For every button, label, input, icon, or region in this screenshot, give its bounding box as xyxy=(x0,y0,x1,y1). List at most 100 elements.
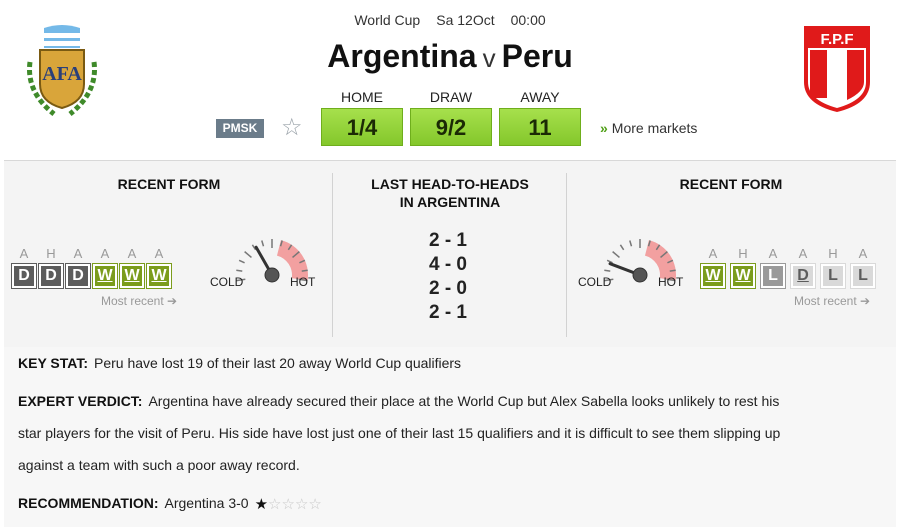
home-form-gauge: COLD HOT xyxy=(202,223,342,313)
away-odds-button[interactable]: 11 xyxy=(499,108,581,146)
competition: World Cup xyxy=(354,12,421,28)
head-to-head-title-line: LAST HEAD-TO-HEADS xyxy=(371,176,529,192)
away-form: A H A A H A W W L D L L Most recent ➔ xyxy=(700,246,890,308)
head-to-head-scores: 2 - 1 4 - 0 2 - 0 2 - 1 xyxy=(384,229,512,325)
result-badge: D xyxy=(38,263,64,289)
away-odds-label: AWAY xyxy=(520,89,560,105)
expert-verdict-label: EXPERT VERDICT: xyxy=(18,393,143,409)
venue-label: A xyxy=(798,246,808,261)
away-form-gauge: COLD HOT xyxy=(570,223,710,313)
venue-label: A xyxy=(154,246,164,261)
expert-verdict-line: star players for the visit of Peru. His … xyxy=(18,425,781,441)
result-badge: L xyxy=(820,263,846,289)
gauge-dial-icon xyxy=(236,239,308,283)
star-filled-icon: ★ xyxy=(254,495,269,513)
result-badge: W xyxy=(700,263,726,289)
star-rating: ★☆☆☆☆ xyxy=(255,489,322,520)
gauge-hub xyxy=(264,267,280,283)
page-title: Argentina v Peru xyxy=(200,38,700,75)
double-chevron-right-icon: » xyxy=(600,120,608,136)
venue-label: A xyxy=(858,246,868,261)
result-badge: W xyxy=(146,263,172,289)
gauge-tick xyxy=(619,244,625,251)
home-team: Argentina xyxy=(327,38,477,74)
match-time: 00:00 xyxy=(510,12,546,28)
venue-label: A xyxy=(19,246,29,261)
score-line: 2 - 1 xyxy=(428,230,468,251)
gauge-dial-icon xyxy=(604,239,676,283)
favourite-star-icon[interactable]: ☆ xyxy=(281,116,303,140)
key-stat-label: KEY STAT: xyxy=(18,355,89,371)
venue-label: H xyxy=(738,246,748,261)
result-badge: D xyxy=(11,263,37,289)
venue-label: A xyxy=(708,246,718,261)
result-badge: L xyxy=(760,263,786,289)
match-meta: World Cup Sa 12Oct 00:00 xyxy=(330,12,570,28)
gauge-tick xyxy=(236,269,243,272)
afa-lettering: AFA xyxy=(42,63,82,85)
gauge-hub xyxy=(632,267,648,283)
peru-crest-icon: F.P.F xyxy=(804,26,870,112)
most-recent-label: Most recent ➔ xyxy=(101,294,178,308)
pmsk-badge: PMSK xyxy=(216,119,264,138)
recommendation-text: Argentina 3-0 xyxy=(164,495,249,511)
star-empty-icon: ☆ xyxy=(268,495,282,513)
result-badge: L xyxy=(850,263,876,289)
gauge-tick xyxy=(669,269,676,272)
recommendation-label: RECOMMENDATION: xyxy=(18,495,159,511)
draw-odds-label: DRAW xyxy=(429,89,473,105)
draw-odds-button[interactable]: 9/2 xyxy=(410,108,492,146)
hot-label: HOT xyxy=(290,275,316,289)
result-badge: W xyxy=(92,263,118,289)
cold-label: COLD xyxy=(210,275,244,289)
head-to-head-title-line: IN ARGENTINA xyxy=(399,194,501,210)
score-line: 2 - 1 xyxy=(428,302,468,323)
star-empty-icon: ☆ xyxy=(308,495,322,513)
expert-verdict-text: Argentina have already secured their pla… xyxy=(148,393,780,409)
more-markets-label: More markets xyxy=(611,120,698,136)
gauge-tick xyxy=(238,259,245,264)
cold-label: COLD xyxy=(578,275,612,289)
gauge-tick xyxy=(261,240,265,247)
stats-panel: RECENT FORM A H A A A A D D D W W W Most… xyxy=(4,160,896,347)
home-recent-form-title: RECENT FORM xyxy=(117,176,221,192)
home-odds-button[interactable]: 1/4 xyxy=(321,108,403,146)
recommendation: RECOMMENDATION: Argentina 3-0 ★☆☆☆☆ xyxy=(18,488,888,520)
match-header: AFA World Cup Sa 12Oct 00:00 Argentina v Per… xyxy=(0,0,900,160)
star-empty-icon: ☆ xyxy=(281,495,295,513)
result-badge: W xyxy=(119,263,145,289)
match-date: Sa 12Oct xyxy=(436,12,495,28)
venue-label: A xyxy=(127,246,137,261)
venue-label: A xyxy=(100,246,110,261)
star-empty-icon: ☆ xyxy=(294,495,309,513)
result-badge: D xyxy=(65,263,91,289)
score-line: 4 - 0 xyxy=(428,254,468,275)
head-to-head-title: LAST HEAD-TO-HEADS IN ARGENTINA xyxy=(344,175,556,211)
venue-label: H xyxy=(46,246,56,261)
gauge-tick xyxy=(629,240,633,247)
fpf-lettering: F.P.F xyxy=(820,31,853,48)
score-line: 2 - 0 xyxy=(428,278,468,299)
most-recent-label: Most recent ➔ xyxy=(794,294,871,308)
away-recent-form-title: RECENT FORM xyxy=(679,176,783,192)
home-odds-label: HOME xyxy=(341,89,383,105)
gauge-tick xyxy=(244,251,252,259)
gauge-tick xyxy=(301,269,308,272)
arrow-right-icon: ➔ xyxy=(167,294,178,308)
match-notes: KEY STAT: Peru have lost 19 of their last… xyxy=(4,347,896,527)
result-badge: D xyxy=(790,263,816,289)
divider xyxy=(566,173,567,337)
expert-verdict: EXPERT VERDICT: Argentina have already se… xyxy=(18,386,888,417)
venue-label: H xyxy=(828,246,838,261)
key-stat: KEY STAT: Peru have lost 19 of their last… xyxy=(18,348,888,379)
more-markets-link[interactable]: » More markets xyxy=(600,120,697,136)
away-team: Peru xyxy=(501,38,573,74)
gauge-tick xyxy=(604,269,611,272)
venue-label: A xyxy=(73,246,83,261)
argentina-crest-icon: AFA xyxy=(27,25,97,116)
expert-verdict-line: against a team with such a poor away rec… xyxy=(18,457,300,473)
arrow-right-icon: ➔ xyxy=(860,294,871,308)
hot-label: HOT xyxy=(658,275,684,289)
gauge-tick xyxy=(612,251,620,259)
versus: v xyxy=(482,43,496,73)
